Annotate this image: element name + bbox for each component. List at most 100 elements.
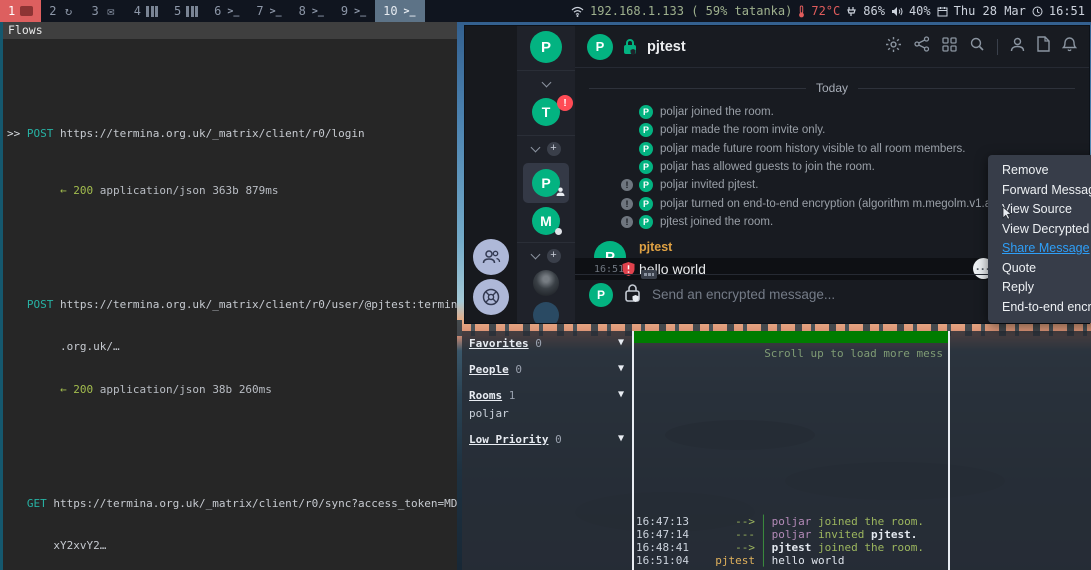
event-text: poljar has allowed guests to join the ro… (660, 161, 875, 173)
date: Thu 28 Mar (954, 4, 1026, 18)
message-input[interactable]: Send an encrypted message... (652, 287, 1042, 302)
chat-segment: poljar (772, 515, 812, 528)
user-menu-avatar[interactable]: P (530, 31, 562, 63)
temperature: 72°C (811, 4, 840, 18)
chevron-down-icon[interactable] (530, 250, 540, 260)
buffer-group[interactable]: Low Priority0▼ (469, 433, 626, 446)
search-icon[interactable] (969, 36, 985, 57)
workspace-button[interactable]: 3 (83, 0, 125, 22)
people-button[interactable] (473, 239, 509, 275)
composer-lock-icon (624, 283, 641, 307)
context-menu-item[interactable]: Share Message (988, 239, 1091, 259)
workspace-button[interactable]: 8 (291, 0, 333, 22)
status-bar: 1 2 3 4 5 6 (0, 0, 1091, 22)
collapse-arrow-icon[interactable]: ▼ (618, 433, 624, 444)
flow-size: 38b (212, 383, 232, 396)
buffer-group-label[interactable]: Favorites (469, 337, 529, 350)
info-warning-icon: ! (621, 216, 633, 228)
chat-line: 16:51:04 pjtest │ hello world (634, 554, 948, 567)
collapse-arrow-icon[interactable]: ▼ (618, 363, 624, 374)
clock-icon (1032, 6, 1043, 17)
invites-section: T ! (517, 70, 575, 128)
share-icon[interactable] (914, 36, 930, 57)
community-panel (465, 26, 517, 323)
buffer-group-label[interactable]: Low Priority (469, 433, 548, 446)
chat-segment: pjtest (772, 541, 812, 554)
buffer-item[interactable]: poljar (469, 407, 626, 420)
chevron-down-icon[interactable] (541, 78, 551, 88)
flow-row[interactable]: GET https://termina.org.uk/_matrix/clien… (7, 468, 457, 567)
add-room-button[interactable]: + (547, 249, 561, 263)
workspace-button[interactable]: 7 (248, 0, 290, 22)
day-label: Today (816, 81, 848, 95)
buffer-group[interactable]: Rooms1▼ poljar (469, 389, 626, 420)
notifications-bell-icon[interactable] (1062, 36, 1077, 57)
speaker-icon (891, 6, 903, 17)
workspace-button[interactable]: 1 (0, 0, 41, 22)
day-divider: Today (575, 81, 1089, 95)
chevron-down-icon[interactable] (530, 143, 540, 153)
collapse-arrow-icon[interactable]: ▼ (618, 389, 624, 400)
add-room-button[interactable]: + (547, 142, 561, 156)
battery-percent: 86% (863, 4, 885, 18)
unread-dot (555, 228, 562, 235)
workspace-button[interactable]: 5 (166, 0, 206, 22)
member-icon[interactable] (1010, 37, 1025, 57)
flow-size: 363b (212, 184, 239, 197)
apps-grid-icon[interactable] (942, 37, 957, 57)
context-menu-item[interactable]: End-to-end encryption information (988, 298, 1091, 318)
workspace-button[interactable]: 4 (126, 0, 166, 22)
chat-prefix: --- (690, 528, 760, 541)
chat-prefix: --> (690, 515, 760, 528)
workspace-button[interactable]: 2 (41, 0, 83, 22)
context-menu-item[interactable]: Forward Message (988, 181, 1091, 201)
buffer-group[interactable]: People0▼ (469, 363, 626, 376)
collapse-arrow-icon[interactable]: ▼ (618, 337, 624, 348)
workspace-button[interactable]: 9 (333, 0, 375, 22)
room-avatar-image[interactable] (533, 302, 559, 323)
flow-row[interactable]: POST https://termina.org.uk/_matrix/clie… (7, 269, 457, 425)
workspace-number: 1 (8, 4, 15, 18)
context-menu-item[interactable]: Quote (988, 259, 1091, 279)
buffer-group-label[interactable]: People (469, 363, 509, 376)
settings-gear-icon[interactable] (885, 36, 902, 58)
workspace-icon (403, 5, 417, 18)
workspace-button[interactable]: 6 (206, 0, 248, 22)
context-menu-item[interactable]: Remove (988, 161, 1091, 181)
workspace-button[interactable]: 10 (375, 0, 424, 22)
flow-url: https://termina.org.uk/_matrix/client/r0… (53, 497, 457, 510)
chat-timestamp: 16:47:13 (634, 515, 690, 528)
statusbar-info: 192.168.1.133 ( 59% tatanka) 72°C 86% 40… (571, 0, 1091, 22)
people-icon (481, 249, 501, 265)
event-text: poljar joined the room. (660, 106, 774, 118)
room-event[interactable]: ! P poljar joined the room. (575, 103, 1089, 121)
second-room[interactable]: M (532, 207, 560, 235)
nicklist-divider[interactable] (948, 331, 950, 570)
flow-time: 879ms (245, 184, 278, 197)
buffer-title-bar (634, 331, 948, 343)
invite-badge: ! (557, 95, 573, 111)
buffer-group-label[interactable]: Rooms (469, 389, 502, 402)
room-avatar[interactable]: P (587, 34, 613, 60)
scrollback-notice: Scroll up to load more mess (634, 347, 948, 360)
context-menu-item[interactable]: Reply (988, 278, 1091, 298)
workspace-icon (20, 6, 33, 16)
event-text: poljar made future room history visible … (660, 143, 966, 155)
rooms-section: + P M (517, 135, 575, 235)
invite-room[interactable]: T ! (532, 98, 560, 126)
room-avatar-image[interactable] (533, 270, 559, 296)
weechat-window: Favorites0▼ People0▼ Rooms1▼ poljar Low … (462, 331, 1091, 570)
event-avatar: P (639, 197, 653, 211)
selected-room[interactable]: P (523, 163, 569, 203)
room-event[interactable]: ! P poljar made the room invite only. (575, 121, 1089, 139)
flow-row[interactable]: >>POST https://termina.org.uk/_matrix/cl… (7, 99, 457, 227)
flow-method: POST (27, 298, 54, 311)
chat-line: 16:48:41 --> │ pjtest joined the room. (634, 541, 948, 554)
invite-room-avatar[interactable]: T (532, 98, 560, 126)
resize-handle[interactable] (641, 270, 657, 279)
encrypted-lock-icon (622, 38, 638, 56)
explore-communities-button[interactable] (473, 279, 509, 315)
workspace-number: 9 (341, 4, 348, 18)
buffer-group[interactable]: Favorites0▼ (469, 337, 626, 350)
file-icon[interactable] (1037, 36, 1050, 57)
